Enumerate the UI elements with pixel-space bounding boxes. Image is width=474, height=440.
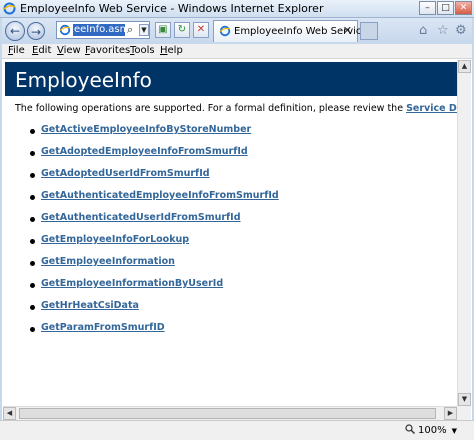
operation-link[interactable]: GetEmployeeInformationByUserId: [41, 278, 223, 289]
vertical-scrollbar[interactable]: ▲ ▼: [457, 60, 471, 406]
forward-arrow-icon: →: [30, 25, 42, 39]
ie-logo-icon: [3, 2, 16, 15]
search-icon[interactable]: ⌕: [127, 23, 133, 37]
close-window-button[interactable]: ✕: [455, 1, 472, 15]
stop-button[interactable]: ✕: [193, 22, 209, 38]
home-icon[interactable]: ⌂: [419, 23, 427, 38]
operation-link[interactable]: GetAuthenticatedUserIdFromSmurfId: [41, 212, 241, 223]
operation-link[interactable]: GetHrHeatCsiData: [41, 300, 139, 311]
tab-employeeinfo[interactable]: EmployeeInfo Web Service ✕: [213, 20, 368, 42]
operation-link[interactable]: GetAuthenticatedEmployeeInfoFromSmurfId: [41, 190, 279, 201]
minimize-button[interactable]: –: [419, 1, 436, 15]
horizontal-scroll-thumb[interactable]: [19, 408, 436, 419]
stop-icon: ✕: [196, 24, 206, 35]
gear-icon[interactable]: ⚙: [455, 23, 467, 38]
operation-link[interactable]: GetAdoptedEmployeeInfoFromSmurfId: [41, 146, 248, 157]
menu-file[interactable]: File: [8, 45, 25, 56]
bullet-icon: [30, 239, 35, 244]
address-dropdown-button[interactable]: ▼: [139, 24, 149, 36]
intro-sentence: The following operations are supported. …: [15, 103, 407, 114]
operation-link[interactable]: GetEmployeeInformation: [41, 256, 175, 267]
scroll-down-button[interactable]: ▼: [458, 393, 471, 406]
title-bar: EmployeeInfo Web Service - Windows Inter…: [0, 0, 474, 18]
window-frame-left: [0, 18, 2, 440]
bullet-icon: [30, 173, 35, 178]
ie-tab-icon: [219, 25, 231, 37]
bullet-icon: [30, 305, 35, 310]
zoom-control[interactable]: 100% ▼: [405, 424, 457, 436]
operation-link[interactable]: GetEmployeeInfoForLookup: [41, 234, 189, 245]
compatibility-view-button[interactable]: ▣: [155, 22, 171, 38]
intro-text: The following operations are supported. …: [15, 103, 457, 114]
page-content: EmployeeInfo The following operations ar…: [3, 60, 457, 406]
maximize-button[interactable]: □: [437, 1, 454, 15]
back-arrow-icon: ←: [9, 24, 21, 38]
close-tab-button[interactable]: ✕: [343, 24, 352, 37]
scroll-up-button[interactable]: ▲: [458, 60, 471, 73]
bullet-icon: [30, 129, 35, 134]
address-bar[interactable]: eeInfo.asmx ⌕ ▼: [56, 21, 150, 39]
bullet-icon: [30, 283, 35, 288]
bullet-icon: [30, 151, 35, 156]
scroll-right-button[interactable]: ▶: [444, 407, 457, 420]
menu-bar: File Edit View Favorites Tools Help: [0, 44, 474, 59]
zoom-dropdown-icon[interactable]: ▼: [452, 427, 457, 435]
ie-page-icon: [59, 24, 71, 36]
menu-view[interactable]: View: [57, 45, 81, 56]
page-banner: EmployeeInfo: [5, 62, 457, 96]
menu-help[interactable]: Help: [160, 45, 183, 56]
scroll-left-button[interactable]: ◀: [3, 407, 16, 420]
compatibility-icon: ▣: [158, 24, 168, 35]
horizontal-scrollbar[interactable]: ◀ ▶: [3, 406, 457, 420]
navigation-bar: ← → eeInfo.asmx ⌕ ▼ ▣ ↻ ✕ EmployeeInfo W…: [0, 18, 474, 44]
star-icon[interactable]: ☆: [437, 23, 449, 38]
operation-link[interactable]: GetParamFromSmurfID: [41, 322, 165, 333]
page-title: EmployeeInfo: [15, 68, 152, 92]
address-input[interactable]: eeInfo.asmx: [73, 24, 125, 36]
status-bar: 100% ▼: [0, 420, 474, 440]
menu-tools[interactable]: Tools: [130, 45, 155, 56]
zoom-level: 100%: [418, 425, 447, 436]
bullet-icon: [30, 327, 35, 332]
menu-edit[interactable]: Edit: [32, 45, 51, 56]
operation-link[interactable]: GetAdoptedUserIdFromSmurfId: [41, 168, 210, 179]
back-button[interactable]: ←: [5, 21, 25, 41]
zoom-icon: [405, 424, 415, 434]
service-description-link[interactable]: Service Description: [406, 103, 457, 114]
new-tab-button[interactable]: [360, 22, 378, 40]
window-title: EmployeeInfo Web Service - Windows Inter…: [20, 2, 324, 15]
forward-button[interactable]: →: [27, 22, 45, 40]
menu-favorites[interactable]: Favorites: [85, 45, 130, 56]
scrollbar-corner: [457, 406, 471, 420]
bullet-icon: [30, 217, 35, 222]
operation-link[interactable]: GetActiveEmployeeInfoByStoreNumber: [41, 124, 251, 135]
window-controls: – □ ✕: [419, 1, 472, 15]
bullet-icon: [30, 195, 35, 200]
refresh-icon: ↻: [177, 24, 187, 35]
refresh-button[interactable]: ↻: [174, 22, 190, 38]
bullet-icon: [30, 261, 35, 266]
